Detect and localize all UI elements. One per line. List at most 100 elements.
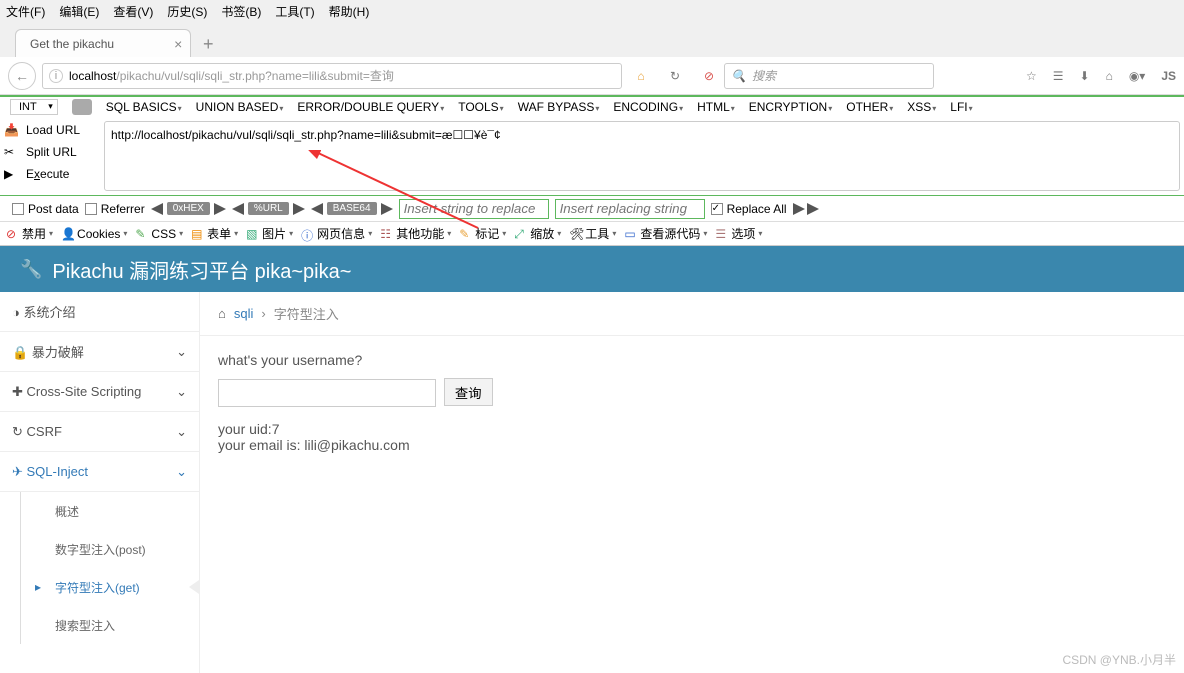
profile-icon[interactable]: ◉▾ (1129, 69, 1146, 83)
wrench-icon: 🔧 (20, 259, 42, 280)
dev-css[interactable]: ✎CSS (133, 227, 185, 241)
misc-icon: ☷ (380, 227, 394, 241)
hb-split-url[interactable]: ✂Split URL (4, 145, 96, 159)
username-input[interactable] (218, 379, 436, 407)
chk-referrer[interactable]: Referrer (85, 202, 145, 216)
bc-sqli[interactable]: sqli (234, 306, 254, 321)
sidebar-sqli[interactable]: ✈ SQL-Inject⌄ (0, 452, 199, 492)
replace-go[interactable] (793, 203, 819, 215)
insert-find[interactable] (399, 199, 549, 219)
chevron-down-icon: ⌄ (176, 424, 187, 440)
marker-icon: ✎ (459, 227, 473, 241)
query-button[interactable]: 查询 (444, 378, 493, 406)
tab-bar: Get the pikachu × + (0, 22, 1184, 57)
wrench-icon: 🛠 (569, 227, 583, 241)
chk-replaceall[interactable]: Replace All (711, 202, 787, 216)
hb-waf[interactable]: WAF BYPASS (518, 100, 600, 114)
home2-icon[interactable]: ⌂ (1106, 69, 1113, 83)
sidebar-intro[interactable]: ◑ 系统介绍 (0, 292, 199, 332)
dev-forms[interactable]: ▤表单 (189, 225, 240, 242)
menu-edit[interactable]: 编辑(E) (59, 3, 99, 20)
sub-overview[interactable]: 概述 (21, 492, 199, 530)
sidebar: ◑ 系统介绍 🔒 暴力破解⌄ ✚ Cross-Site Scripting⌄ ↻… (0, 292, 200, 673)
sidebar-brute[interactable]: 🔒 暴力破解⌄ (0, 332, 199, 372)
dev-images[interactable]: ▧图片 (244, 225, 295, 242)
caret-icon: ▸ (35, 580, 41, 594)
dev-source[interactable]: ▭查看源代码 (622, 225, 709, 242)
hb-error[interactable]: ERROR/DOUBLE QUERY (297, 100, 444, 114)
split-icon: ✂ (4, 145, 20, 159)
chevron-down-icon: ⌄ (176, 384, 187, 400)
hb-sqlbasics[interactable]: SQL BASICS (106, 100, 182, 114)
menu-bar: 文件(F) 编辑(E) 查看(V) 历史(S) 书签(B) 工具(T) 帮助(H… (0, 0, 1184, 22)
browser-tab[interactable]: Get the pikachu × (15, 29, 191, 57)
reload-icon[interactable]: ↻ (666, 69, 684, 83)
menu-help[interactable]: 帮助(H) (329, 3, 370, 20)
hb-execute[interactable]: ▶Execute (4, 167, 96, 181)
chk-postdata[interactable]: Post data (12, 202, 79, 216)
hb-tools[interactable]: TOOLS (458, 100, 503, 114)
hb-html[interactable]: HTML (697, 100, 735, 114)
result-uid: your uid:7 (218, 421, 1166, 437)
sub-search[interactable]: 搜索型注入 (21, 606, 199, 644)
info-icon[interactable]: i (49, 69, 63, 83)
forbid-icon: ⊘ (6, 227, 20, 241)
hackbar-select[interactable]: INT (10, 99, 58, 115)
result-email: your email is: lili@pikachu.com (218, 437, 1166, 453)
form-icon: ▤ (191, 227, 205, 241)
hackbar-url-input[interactable]: http://localhost/pikachu/vul/sqli/sqli_s… (104, 121, 1180, 191)
new-tab-button[interactable]: + (193, 31, 223, 57)
url-convert[interactable]: %URL (232, 202, 305, 215)
dev-disable[interactable]: ⊘禁用 (4, 225, 55, 242)
dev-pageinfo[interactable]: ⓘ网页信息 (299, 225, 374, 242)
dev-resize[interactable]: ⤢缩放 (512, 225, 563, 242)
sidebar-csrf[interactable]: ↻ CSRF⌄ (0, 412, 199, 452)
dev-options[interactable]: ☰选项 (713, 225, 764, 242)
hb-union[interactable]: UNION BASED (196, 100, 284, 114)
url-box[interactable]: i localhost/pikachu/vul/sqli/sqli_str.ph… (42, 63, 622, 89)
bookmark-star-icon[interactable]: ☆ (1026, 69, 1037, 83)
bc-sep: › (261, 306, 265, 321)
menu-tools[interactable]: 工具(T) (275, 3, 314, 20)
url-actions: ⌂ ↻ ⊘ (632, 69, 718, 83)
hex-convert[interactable]: 0xHEX (151, 202, 226, 215)
hb-other[interactable]: OTHER (846, 100, 893, 114)
hackbar-bottom: Post data Referrer 0xHEX %URL BASE64 Rep… (0, 196, 1184, 222)
hb-load-url[interactable]: 📥Load URL (4, 123, 96, 137)
close-tab-icon[interactable]: × (174, 36, 182, 52)
load-icon: 📥 (4, 123, 20, 137)
hackbar-db-icon[interactable] (72, 99, 92, 115)
dev-outline[interactable]: ✎标记 (457, 225, 508, 242)
chevron-down-icon: ⌄ (176, 464, 187, 480)
dev-misc[interactable]: ☷其他功能 (378, 225, 453, 242)
dev-cookies[interactable]: 👤Cookies (59, 227, 129, 241)
dev-tools2[interactable]: 🛠工具 (567, 225, 618, 242)
address-bar: ← i localhost/pikachu/vul/sqli/sqli_str.… (0, 57, 1184, 95)
sidebar-xss[interactable]: ✚ Cross-Site Scripting⌄ (0, 372, 199, 412)
menu-history[interactable]: 历史(S) (167, 3, 207, 20)
insert-replace[interactable] (555, 199, 705, 219)
download-icon[interactable]: ⬇ (1080, 69, 1090, 83)
home-icon[interactable]: ⌂ (218, 306, 226, 321)
menu-view[interactable]: 查看(V) (113, 3, 153, 20)
b64-convert[interactable]: BASE64 (311, 202, 393, 215)
back-button[interactable]: ← (8, 62, 36, 90)
hb-xss[interactable]: XSS (907, 100, 936, 114)
execute-icon: ▶ (4, 167, 20, 181)
search-box[interactable]: 🔍 搜索 (724, 63, 934, 89)
menu-bookmark[interactable]: 书签(B) (221, 3, 261, 20)
home-icon[interactable]: ⌂ (632, 69, 650, 83)
library-icon[interactable]: ☰ (1053, 69, 1064, 83)
info2-icon: ⓘ (301, 227, 315, 241)
hb-lfi[interactable]: LFI (950, 100, 972, 114)
js-toggle[interactable]: JS (1161, 69, 1176, 83)
hb-encoding[interactable]: ENCODING (613, 100, 683, 114)
noscript-icon[interactable]: ⊘ (700, 69, 718, 83)
main-layout: ◑ 系统介绍 🔒 暴力破解⌄ ✚ Cross-Site Scripting⌄ ↻… (0, 292, 1184, 673)
sub-string[interactable]: ▸字符型注入(get) (21, 568, 199, 606)
sub-numeric[interactable]: 数字型注入(post) (21, 530, 199, 568)
hb-encryption[interactable]: ENCRYPTION (749, 100, 832, 114)
watermark: CSDN @YNB.小月半 (1062, 651, 1176, 668)
menu-file[interactable]: 文件(F) (6, 3, 45, 20)
bc-current: 字符型注入 (274, 304, 339, 323)
